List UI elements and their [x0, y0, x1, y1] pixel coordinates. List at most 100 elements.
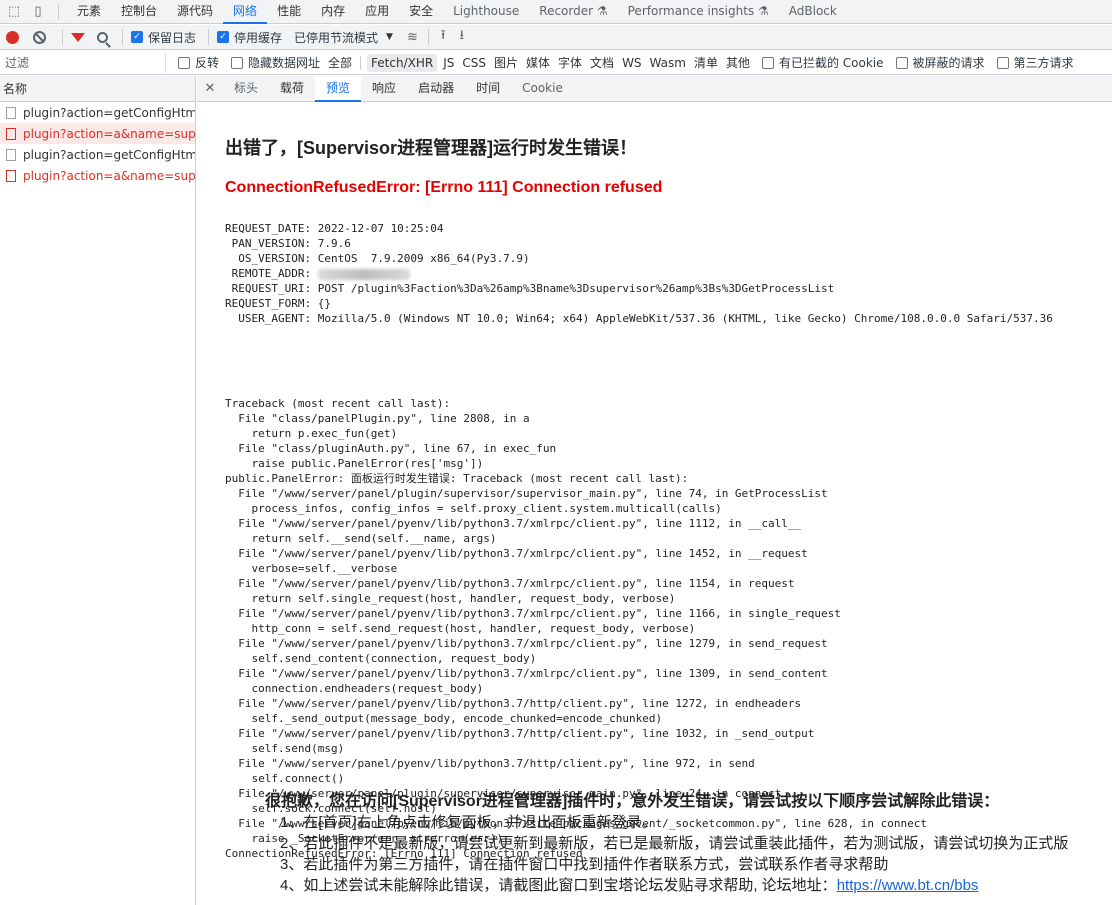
divider — [58, 3, 59, 20]
tab-headers[interactable]: 标头 — [223, 76, 269, 102]
tab-preview[interactable]: 预览 — [315, 75, 362, 102]
tab-response[interactable]: 响应 — [361, 76, 407, 102]
request-info-text-2: REQUEST_URI: POST /plugin%3Faction%3Da%2… — [225, 282, 1053, 325]
filter-type-other[interactable]: 其他 — [726, 54, 750, 71]
blocked-requests-label: 被屏蔽的请求 — [912, 56, 985, 70]
request-name: plugin?action=getConfigHtml... — [23, 147, 195, 162]
filter-icon[interactable] — [71, 32, 85, 42]
close-icon[interactable]: ✕ — [197, 81, 223, 96]
filter-type-js[interactable]: JS — [443, 56, 454, 70]
checkbox-icon — [996, 56, 1009, 69]
tab-initiator[interactable]: 启动器 — [407, 76, 465, 102]
filter-type-all[interactable]: 全部 — [328, 54, 352, 71]
name-column-header[interactable]: 名称 — [0, 76, 195, 102]
checkbox-icon — [761, 56, 774, 69]
filter-type-font[interactable]: 字体 — [558, 54, 582, 71]
tab-elements[interactable]: 元素 — [67, 0, 111, 24]
filter-type-ws[interactable]: WS — [622, 56, 641, 70]
request-name: plugin?action=a&name=supe... — [23, 126, 195, 141]
invert-label: 反转 — [195, 56, 220, 70]
forum-link[interactable]: https://www.bt.cn/bbs — [837, 877, 979, 894]
chevron-down-icon: ▼ — [386, 32, 393, 42]
tab-sources[interactable]: 源代码 — [167, 0, 223, 24]
preserve-log-label: 保留日志 — [148, 30, 197, 45]
error-title: 出错了，[Supervisor进程管理器]运行时发生错误！ — [225, 138, 638, 158]
tab-performance[interactable]: 性能 — [267, 0, 311, 24]
file-icon — [6, 169, 16, 182]
request-info: REQUEST_DATE: 2022-12-07 10:25:04 PAN_VE… — [225, 221, 1053, 326]
tab-security[interactable]: 安全 — [399, 0, 443, 24]
device-toolbar-icon[interactable]: ▯ — [28, 2, 48, 22]
divider — [360, 55, 362, 70]
record-icon[interactable] — [6, 30, 19, 44]
import-har-icon[interactable]: ⭱ — [441, 26, 446, 48]
request-row[interactable]: plugin?action=getConfigHtml... — [0, 144, 195, 165]
tab-timing[interactable]: 时间 — [465, 76, 511, 102]
invert-checkbox[interactable]: 反转 — [178, 54, 219, 71]
redacted-address — [317, 268, 410, 280]
divider — [208, 29, 210, 45]
blocked-cookies-label: 有已拦截的 Cookie — [778, 56, 884, 70]
request-name: plugin?action=a&name=supe... — [23, 168, 195, 183]
request-row[interactable]: plugin?action=a&name=supe... — [0, 165, 195, 186]
network-toolbar: ✓ 保留日志 ✓ 停用缓存 已停用节流模式 ▼ ≋ ⭱ ⭳ — [0, 25, 1112, 50]
help-item: 3、若此插件为第三方插件，请在插件窗口中找到插件作者联系方式，尝试联系作者寻求帮… — [280, 856, 889, 873]
hide-data-urls-label: 隐藏数据网址 — [248, 56, 321, 70]
divider — [62, 29, 63, 45]
filter-type-doc[interactable]: 文档 — [590, 54, 614, 71]
request-detail-tabs: ✕ 标头 载荷 预览 响应 启动器 时间 Cookie — [197, 75, 1112, 102]
divider — [122, 29, 123, 45]
disable-cache-label: 停用缓存 — [234, 30, 283, 45]
export-har-icon[interactable]: ⭳ — [459, 26, 464, 48]
search-icon[interactable] — [97, 31, 108, 43]
blocked-requests-checkbox[interactable]: 被屏蔽的请求 — [895, 54, 985, 71]
filter-type-css[interactable]: CSS — [462, 56, 486, 70]
checkbox-icon — [178, 56, 190, 69]
checkbox-checked-icon: ✓ — [217, 31, 230, 43]
checkbox-icon — [895, 56, 908, 69]
request-list: 名称 plugin?action=getConfigHtml... plugin… — [0, 76, 196, 905]
file-icon — [6, 127, 16, 140]
disable-cache-checkbox[interactable]: ✓ 停用缓存 — [217, 29, 282, 46]
tab-adblock[interactable]: AdBlock — [779, 0, 847, 24]
tab-cookies[interactable]: Cookie — [511, 76, 574, 102]
filter-type-img[interactable]: 图片 — [494, 54, 518, 71]
tab-memory[interactable]: 内存 — [311, 0, 355, 24]
preserve-log-checkbox[interactable]: ✓ 保留日志 — [131, 29, 196, 46]
help-item: 1、在[首页]右上角点击修复面板，并退出面板重新登录。 — [280, 814, 657, 831]
hide-data-urls-checkbox[interactable]: 隐藏数据网址 — [231, 54, 320, 71]
inspect-element-icon[interactable]: ⬚ — [4, 2, 24, 22]
throttle-select[interactable]: 已停用节流模式 ▼ — [294, 29, 393, 46]
filter-type-manifest[interactable]: 清单 — [694, 54, 718, 71]
file-icon — [6, 148, 16, 161]
tab-application[interactable]: 应用 — [355, 0, 399, 24]
request-row[interactable]: plugin?action=getConfigHtml... — [0, 102, 195, 123]
file-icon — [6, 106, 16, 119]
third-party-checkbox[interactable]: 第三方请求 — [996, 54, 1074, 71]
blocked-cookies-checkbox[interactable]: 有已拦截的 Cookie — [761, 54, 884, 71]
tab-network[interactable]: 网络 — [223, 0, 268, 24]
tab-payload[interactable]: 载荷 — [269, 76, 315, 102]
filter-input[interactable] — [2, 52, 166, 73]
help-item-text: 4、如上述尝试未能解除此错误，请截图此窗口到宝塔论坛发贴寻求帮助, 论坛地址： — [280, 877, 837, 894]
request-name: plugin?action=getConfigHtml... — [23, 105, 195, 120]
filter-type-media[interactable]: 媒体 — [526, 54, 550, 71]
tab-console[interactable]: 控制台 — [111, 0, 167, 24]
filter-type-wasm[interactable]: Wasm — [650, 56, 686, 70]
checkbox-checked-icon: ✓ — [131, 31, 143, 43]
preview-pane: 出错了，[Supervisor进程管理器]运行时发生错误！ Connection… — [225, 102, 1112, 905]
help-item: 4、如上述尝试未能解除此错误，请截图此窗口到宝塔论坛发贴寻求帮助, 论坛地址：h… — [280, 875, 1068, 896]
devtools-main-tabbar: ⬚ ▯ 元素 控制台 源代码 网络 性能 内存 应用 安全 Lighthouse… — [0, 0, 1112, 24]
tab-recorder[interactable]: Recorder ⚗ — [529, 0, 617, 24]
error-message: ConnectionRefusedError: [Errno 111] Conn… — [225, 179, 663, 196]
help-item: 2、若此插件不是最新版，请尝试更新到最新版，若已是最新版，请尝试重装此插件，若为… — [280, 835, 1069, 852]
filter-type-fetch-xhr[interactable]: Fetch/XHR — [367, 53, 438, 72]
divider — [427, 29, 429, 45]
tab-lighthouse[interactable]: Lighthouse — [443, 0, 529, 24]
clear-icon[interactable] — [33, 30, 46, 44]
help-section: 很抱歉，您在访问[Supervisor进程管理器]插件时，意外发生错误，请尝试按… — [265, 791, 1068, 896]
request-row[interactable]: plugin?action=a&name=supe... — [0, 123, 195, 144]
tab-performance-insights[interactable]: Performance insights ⚗ — [618, 0, 779, 24]
filter-bar: 反转 隐藏数据网址 全部 Fetch/XHR JS CSS 图片 媒体 字体 文… — [0, 51, 1112, 75]
network-conditions-icon[interactable]: ≋ — [407, 30, 418, 45]
